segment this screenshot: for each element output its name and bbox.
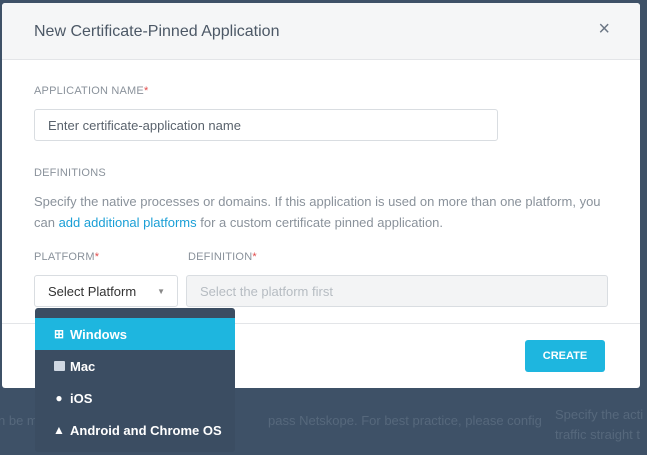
- label-text: APPLICATION NAME: [34, 85, 144, 97]
- add-platforms-link[interactable]: add additional platforms: [59, 215, 197, 230]
- required-mark: *: [94, 251, 100, 263]
- definition-input[interactable]: Select the platform first: [186, 275, 608, 307]
- label-text: PLATFORM: [34, 251, 95, 263]
- app-name-input[interactable]: Enter certificate-application name: [34, 109, 498, 141]
- platform-dropdown: ⊞ Windows Mac ● iOS ▲ Android and Chrome OS: [35, 308, 235, 452]
- background-text: Specify the acti: [555, 407, 644, 422]
- app-name-label: APPLICATION NAME*: [34, 85, 148, 97]
- caret-down-icon: ▼: [157, 286, 165, 296]
- placeholder: Select the platform first: [200, 283, 333, 299]
- platform-select[interactable]: Select Platform ▼: [34, 275, 178, 307]
- android-icon: ▲: [53, 423, 65, 437]
- option-label: Windows: [70, 326, 127, 342]
- background-text: n be m: [0, 413, 38, 428]
- placeholder: Enter certificate-application name: [48, 117, 241, 133]
- desc-text: for a custom certificate pinned applicat…: [196, 215, 444, 230]
- background-text: traffic straight t: [555, 427, 641, 442]
- label-text: DEFINITION: [188, 251, 253, 263]
- platform-label: PLATFORM*: [34, 251, 99, 263]
- definition-label: DEFINITION*: [188, 251, 257, 263]
- option-label: iOS: [70, 390, 93, 406]
- select-value: Select Platform: [48, 283, 137, 299]
- create-button[interactable]: CREATE: [525, 340, 605, 372]
- mac-finder-icon: [53, 361, 65, 371]
- definitions-description: Specify the native processes or domains.…: [34, 191, 614, 233]
- definitions-label: DEFINITIONS: [34, 167, 106, 179]
- required-mark: *: [143, 85, 149, 97]
- close-icon[interactable]: ×: [598, 18, 610, 41]
- platform-option-ios[interactable]: ● iOS: [35, 382, 235, 414]
- windows-icon: ⊞: [53, 327, 65, 341]
- required-mark: *: [252, 251, 257, 263]
- modal-title: New Certificate-Pinned Application: [34, 23, 280, 40]
- platform-option-android[interactable]: ▲ Android and Chrome OS: [35, 414, 235, 446]
- platform-option-windows[interactable]: ⊞ Windows: [35, 318, 235, 350]
- option-label: Android and Chrome OS: [70, 422, 222, 438]
- modal-header: New Certificate-Pinned Application ×: [2, 3, 640, 60]
- background-text: pass Netskope. For best practice, please…: [268, 413, 542, 428]
- apple-icon: ●: [55, 391, 63, 405]
- option-label: Mac: [70, 358, 96, 374]
- platform-option-mac[interactable]: Mac: [35, 350, 235, 382]
